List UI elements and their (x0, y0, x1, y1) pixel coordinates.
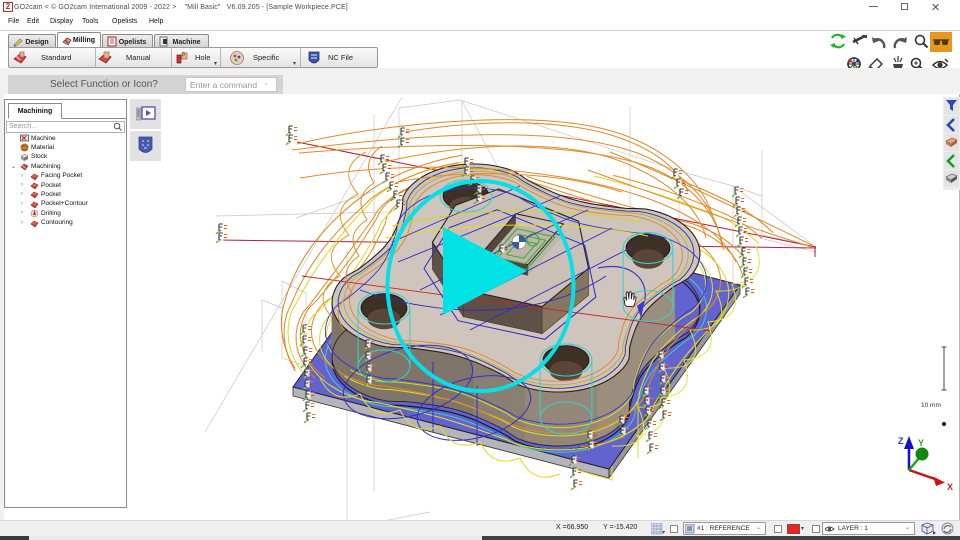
svg-text:10 mm: 10 mm (921, 402, 941, 409)
svg-text:X: X (947, 482, 953, 492)
svg-text:Y: Y (918, 438, 924, 448)
svg-text:Z: Z (898, 436, 904, 446)
